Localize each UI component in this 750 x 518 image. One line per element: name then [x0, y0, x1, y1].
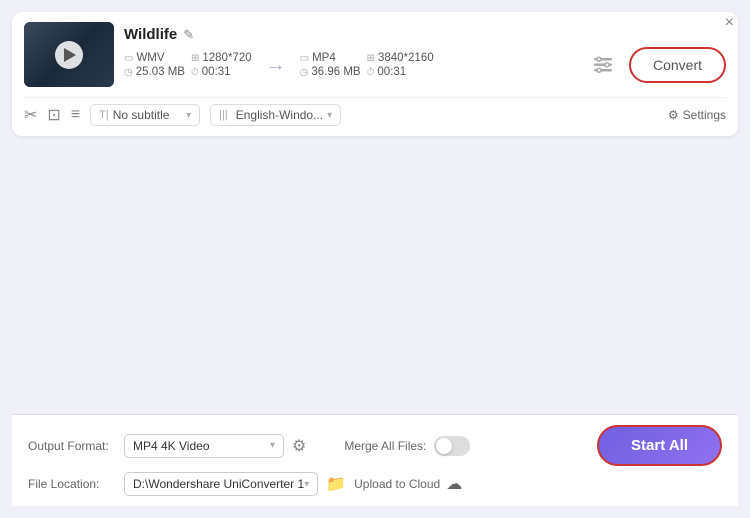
settings-row-button[interactable]: ⚙ Settings: [668, 108, 726, 122]
file-settings-button[interactable]: [585, 47, 621, 83]
toggle-knob: [436, 438, 452, 454]
target-format-row: ▭ MP4: [300, 52, 361, 64]
source-size-row: ◷ 25.03 MB: [124, 66, 185, 78]
subtitle-select[interactable]: T| No subtitle ▾: [90, 104, 200, 126]
audio-arrow: ▾: [327, 110, 332, 121]
source-detail: ⊞ 1280*720 ⏱ 00:31: [191, 52, 252, 78]
main-container: × Wildlife ✎ ▭: [0, 0, 750, 518]
thumbnail: [24, 22, 114, 87]
merge-label: Merge All Files:: [344, 439, 426, 453]
crop-button[interactable]: ⊡: [47, 105, 60, 125]
target-meta: ▭ MP4 ◷ 36.96 MB: [300, 52, 361, 78]
file-title: Wildlife: [124, 26, 177, 43]
audio-select[interactable]: ||| English-Windo... ▾: [210, 104, 341, 126]
file-card-top: Wildlife ✎ ▭ WMV ◷ 25.03 MB: [24, 22, 726, 87]
target-size-row: ◷ 36.96 MB: [300, 66, 361, 78]
target-format-icon: ▭: [300, 53, 309, 64]
arrow-icon: →: [266, 54, 286, 77]
subtitle-value: No subtitle: [113, 108, 182, 122]
source-format-row: ▭ WMV: [124, 52, 185, 64]
target-size: 36.96 MB: [311, 66, 360, 78]
audio-value: English-Windo...: [236, 108, 323, 122]
settings-gear-icon: ⚙: [668, 108, 679, 122]
target-format: MP4: [312, 52, 336, 64]
file-card-bottom: ✂ ⊡ ≡ T| No subtitle ▾ ||| English-Windo…: [24, 97, 726, 126]
convert-section: Convert: [585, 47, 726, 83]
target-size-icon: ◷: [300, 67, 309, 78]
source-resolution-row: ⊞ 1280*720: [191, 52, 252, 64]
edit-icon[interactable]: ✎: [183, 27, 194, 43]
target-duration-row: ⏱ 00:31: [367, 66, 434, 78]
file-location-select[interactable]: D:\Wondershare UniConverter 1 ▾: [124, 472, 318, 496]
output-format-arrow: ▾: [270, 440, 275, 451]
file-location-label: File Location:: [28, 477, 116, 491]
arrow-block: →: [258, 54, 294, 77]
subtitle-T-icon: T|: [99, 109, 109, 121]
start-all-button[interactable]: Start All: [597, 425, 722, 466]
source-resolution: 1280*720: [202, 52, 251, 64]
target-resolution-row: ⊞ 3840*2160: [367, 52, 434, 64]
output-format-select[interactable]: MP4 4K Video ▾: [124, 434, 284, 458]
source-format: WMV: [136, 52, 164, 64]
bottom-bar: Output Format: MP4 4K Video ▾ ⚙ Merge Al…: [12, 414, 738, 506]
target-resolution: 3840*2160: [378, 52, 434, 64]
file-location-arrow: ▾: [304, 479, 309, 490]
convert-button[interactable]: Convert: [629, 47, 726, 83]
settings-label: Settings: [683, 108, 726, 122]
effects-button[interactable]: ≡: [71, 106, 80, 124]
output-format-value: MP4 4K Video: [133, 439, 210, 453]
file-card: Wildlife ✎ ▭ WMV ◷ 25.03 MB: [12, 12, 738, 136]
file-info: Wildlife ✎ ▭ WMV ◷ 25.03 MB: [124, 26, 726, 83]
file-settings-icon: [592, 54, 614, 76]
file-title-row: Wildlife ✎: [124, 26, 726, 43]
upload-cloud-icon[interactable]: ☁: [446, 474, 462, 494]
resolution-icon: ⊞: [191, 53, 199, 64]
target-res-icon: ⊞: [367, 53, 375, 64]
play-button[interactable]: [55, 41, 83, 69]
size-icon: ◷: [124, 67, 133, 78]
output-format-label: Output Format:: [28, 439, 116, 453]
upload-section: Upload to Cloud ☁: [354, 474, 462, 494]
source-size: 25.03 MB: [136, 66, 185, 78]
source-duration: 00:31: [202, 66, 231, 78]
subtitle-arrow: ▾: [186, 110, 191, 121]
file-meta-row: ▭ WMV ◷ 25.03 MB ⊞ 1280*720: [124, 47, 726, 83]
format-icon: ▭: [124, 53, 133, 64]
duration-icon: ⏱: [191, 67, 199, 78]
merge-section: Merge All Files:: [344, 436, 470, 456]
merge-toggle[interactable]: [434, 436, 470, 456]
cut-button[interactable]: ✂: [24, 105, 37, 125]
target-detail: ⊞ 3840*2160 ⏱ 00:31: [367, 52, 434, 78]
target-duration: 00:31: [377, 66, 406, 78]
target-dur-icon: ⏱: [367, 67, 375, 78]
output-settings-icon[interactable]: ⚙: [292, 436, 306, 456]
folder-icon-button[interactable]: 📁: [326, 474, 346, 494]
output-format-row: Output Format: MP4 4K Video ▾ ⚙ Merge Al…: [28, 425, 722, 466]
file-location-value: D:\Wondershare UniConverter 1: [133, 477, 304, 491]
middle-area: [12, 136, 738, 414]
upload-label: Upload to Cloud: [354, 477, 440, 491]
close-button[interactable]: ×: [725, 14, 734, 32]
source-duration-row: ⏱ 00:31: [191, 66, 252, 78]
play-icon: [64, 48, 76, 62]
source-meta: ▭ WMV ◷ 25.03 MB: [124, 52, 185, 78]
file-location-row: File Location: D:\Wondershare UniConvert…: [28, 472, 722, 496]
audio-wave-icon: |||: [219, 109, 228, 121]
